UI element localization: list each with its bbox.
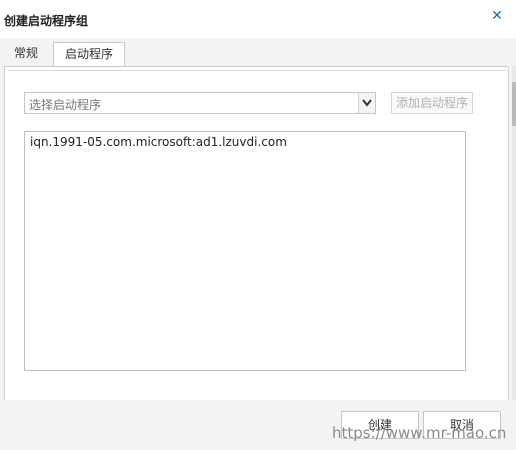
dialog-title-bar: 创建启动程序组 ✕	[0, 0, 516, 38]
chevron-down-icon[interactable]	[358, 93, 375, 113]
initiator-list[interactable]: iqn.1991-05.com.microsoft:ad1.lzuvdi.com	[24, 131, 466, 371]
tab-bar: 常规 启动程序	[0, 38, 512, 67]
initiator-select-placeholder: 选择启动程序	[29, 98, 102, 112]
dialog-title: 创建启动程序组	[4, 14, 89, 28]
watermark-text: https://www.mr-mao.cn	[332, 424, 507, 442]
panel-divider	[8, 70, 506, 71]
tab-initiators[interactable]: 启动程序	[53, 42, 125, 67]
list-item[interactable]: iqn.1991-05.com.microsoft:ad1.lzuvdi.com	[30, 135, 287, 149]
tab-general[interactable]: 常规	[4, 42, 48, 65]
close-icon[interactable]: ✕	[490, 8, 504, 24]
scrollbar-thumb[interactable]	[512, 82, 516, 126]
initiator-select[interactable]: 选择启动程序	[24, 92, 376, 114]
add-initiator-button[interactable]: 添加启动程序	[391, 92, 473, 114]
